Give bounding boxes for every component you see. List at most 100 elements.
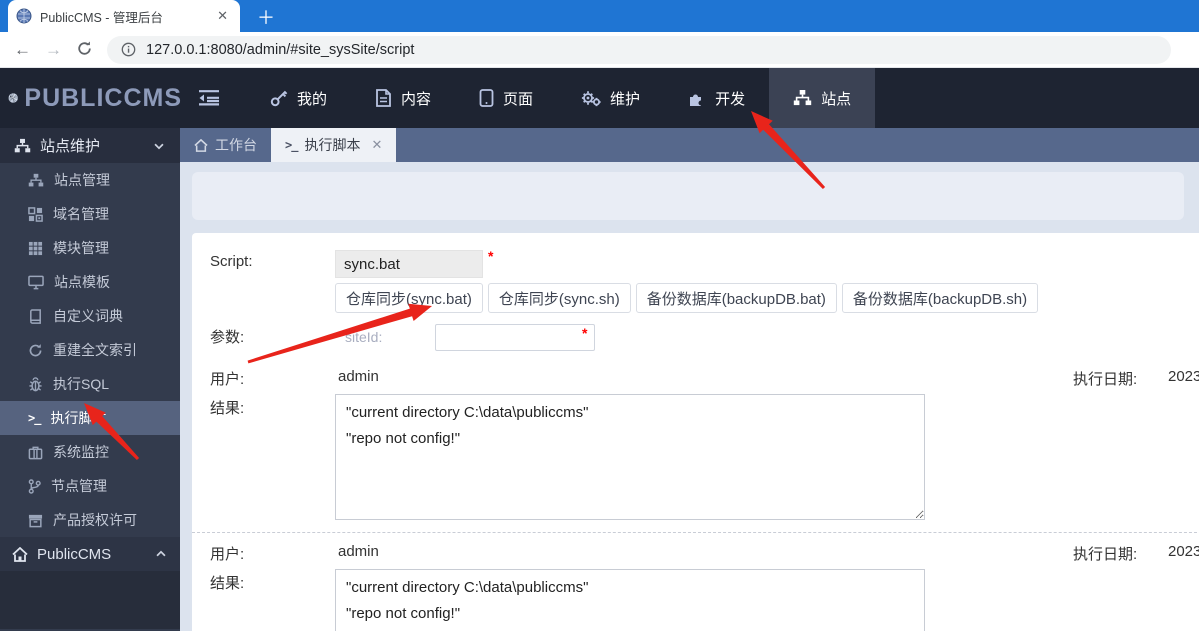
nav-item-label: 页面	[503, 90, 534, 108]
terminal-icon: >_	[28, 411, 41, 425]
nav-item-develop[interactable]: 开发	[664, 68, 769, 128]
sidebar-item-label: 产品授权许可	[53, 512, 137, 528]
sidebar-item-product-license[interactable]: 产品授权许可	[0, 503, 180, 537]
url-field[interactable]: 127.0.0.1:8080/admin/#site_sysSite/scrip…	[107, 35, 1171, 64]
sidebar-section-site-maintenance[interactable]: 站点维护	[0, 128, 180, 163]
brand-name: PUBLICCMS	[24, 83, 182, 112]
chevron-up-icon	[156, 550, 166, 557]
sitemap-icon	[28, 173, 44, 186]
sidebar-item-site-template[interactable]: 站点模板	[0, 265, 180, 299]
script-label: Script:	[210, 253, 253, 270]
close-icon[interactable]: ✕	[213, 6, 232, 26]
publiccms-logo-icon	[8, 93, 18, 103]
browser-tab[interactable]: PublicCMS - 管理后台 ✕	[8, 0, 240, 32]
sidebar-item-custom-dictionary[interactable]: 自定义词典	[0, 299, 180, 333]
back-arrow-icon[interactable]: ←	[14, 41, 31, 58]
sitemap-icon	[793, 90, 812, 106]
archive-icon	[28, 514, 43, 527]
close-icon[interactable]: ✕	[371, 137, 382, 153]
param-siteid-input[interactable]	[435, 324, 595, 351]
brand-logo[interactable]: PUBLICCMS	[0, 77, 182, 119]
file-icon	[376, 89, 391, 107]
tab-run-script[interactable]: >_ 执行脚本 ✕	[271, 128, 397, 162]
sidebar-item-run-script[interactable]: >_ 执行脚本	[0, 401, 180, 435]
desktop-icon	[28, 275, 44, 289]
sidebar-item-node-management[interactable]: 节点管理	[0, 469, 180, 503]
sidebar-section-publiccms[interactable]: PublicCMS	[0, 537, 180, 571]
browser-tabstrip: PublicCMS - 管理后台 ✕ ＋	[0, 0, 1199, 32]
user-label: 用户:	[210, 546, 245, 563]
result-label: 结果:	[210, 575, 245, 592]
branch-icon	[28, 478, 41, 494]
result-textarea[interactable]: "current directory C:\data\publiccms" "r…	[335, 394, 925, 520]
sidebar-item-label: 域名管理	[53, 206, 109, 222]
grid-icon	[28, 241, 43, 255]
home-icon	[194, 138, 208, 152]
exec-date-value: 2023	[1168, 368, 1199, 385]
plus-icon: ＋	[257, 8, 275, 28]
key-icon	[270, 90, 288, 107]
terminal-icon: >_	[285, 138, 298, 152]
sidebar-empty-area	[0, 571, 180, 629]
outdent-icon[interactable]	[198, 89, 220, 107]
record-divider	[192, 532, 1199, 533]
sitemap-icon	[14, 138, 31, 152]
sidebar-item-label: 节点管理	[51, 478, 107, 494]
sidebar-item-label: 系统监控	[53, 444, 109, 460]
tablet-icon	[479, 89, 494, 107]
tab-workbench[interactable]: 工作台	[180, 128, 271, 162]
chevron-down-icon	[154, 143, 164, 149]
tab-label: 执行脚本	[304, 137, 361, 153]
forward-arrow-icon[interactable]: →	[45, 41, 62, 58]
nav-item-label: 开发	[715, 90, 746, 108]
nav-item-site[interactable]: 站点	[769, 68, 876, 128]
url-text: 127.0.0.1:8080/admin/#site_sysSite/scrip…	[146, 41, 415, 58]
refresh-icon	[29, 343, 42, 356]
sidebar-item-system-monitor[interactable]: 系统监控	[0, 435, 180, 469]
nav-item-content[interactable]: 内容	[351, 68, 455, 128]
sidebar-item-label: 模块管理	[53, 240, 109, 256]
sidebar-item-label: 站点模板	[54, 274, 110, 290]
nav-item-label: 站点	[821, 90, 852, 108]
script-form-card: Script: * 仓库同步(sync.bat) 仓库同步(sync.sh) 备…	[192, 233, 1199, 631]
info-icon[interactable]	[121, 42, 136, 57]
workspace-tabbar: 工作台 >_ 执行脚本 ✕	[180, 128, 1199, 162]
sidebar-item-domain-management[interactable]: 域名管理	[0, 197, 180, 231]
sidebar-section-label: 站点维护	[40, 138, 101, 155]
nav-item-label: 内容	[401, 90, 432, 108]
reload-icon[interactable]	[76, 40, 93, 60]
sidebar-item-label: 站点管理	[54, 172, 110, 188]
sidebar-item-label: 执行SQL	[53, 376, 110, 392]
sidebar-item-rebuild-index[interactable]: 重建全文索引	[0, 333, 180, 367]
nav-item-page[interactable]: 页面	[455, 68, 557, 128]
exec-date-value: 2023	[1168, 543, 1199, 560]
sidebar-item-module-management[interactable]: 模块管理	[0, 231, 180, 265]
book-icon	[30, 308, 41, 324]
exec-date-label: 执行日期:	[1073, 371, 1138, 388]
result-label: 结果:	[210, 400, 245, 417]
nav-item-label: 维护	[610, 90, 641, 108]
nav-item-mine[interactable]: 我的	[246, 68, 351, 128]
result-textarea[interactable]: "current directory C:\data\publiccms" "r…	[335, 569, 925, 631]
tab-label: 工作台	[215, 137, 257, 153]
nav-item-label: 我的	[297, 90, 328, 108]
script-button-backupdb-bat[interactable]: 备份数据库(backupDB.bat)	[635, 283, 837, 313]
script-button-sync-bat[interactable]: 仓库同步(sync.bat)	[335, 283, 483, 313]
qrcode-icon	[28, 206, 43, 222]
nav-item-maintain[interactable]: 维护	[557, 68, 664, 128]
bug-icon	[29, 376, 42, 391]
user-value: admin	[338, 543, 379, 560]
sidebar-item-site-management[interactable]: 站点管理	[0, 163, 180, 197]
sidebar: 站点维护 站点管理 域名管理 模块管理 站点模板 自定义词典 重建全文索引 执行…	[0, 128, 180, 631]
app-topnav: PUBLICCMS 我的 内容 页面 维护 开发 站点	[0, 68, 1199, 128]
briefcase-icon	[28, 446, 43, 459]
sidebar-item-label: 重建全文索引	[53, 342, 137, 358]
new-tab-button[interactable]: ＋	[252, 4, 280, 30]
globe-icon	[16, 8, 32, 24]
script-button-backupdb-sh[interactable]: 备份数据库(backupDB.sh)	[841, 283, 1039, 313]
sidebar-item-run-sql[interactable]: 执行SQL	[0, 367, 180, 401]
user-label: 用户:	[210, 371, 245, 388]
script-input[interactable]	[335, 250, 483, 278]
script-button-sync-sh[interactable]: 仓库同步(sync.sh)	[487, 283, 631, 313]
sidebar-item-label: 自定义词典	[53, 308, 123, 324]
